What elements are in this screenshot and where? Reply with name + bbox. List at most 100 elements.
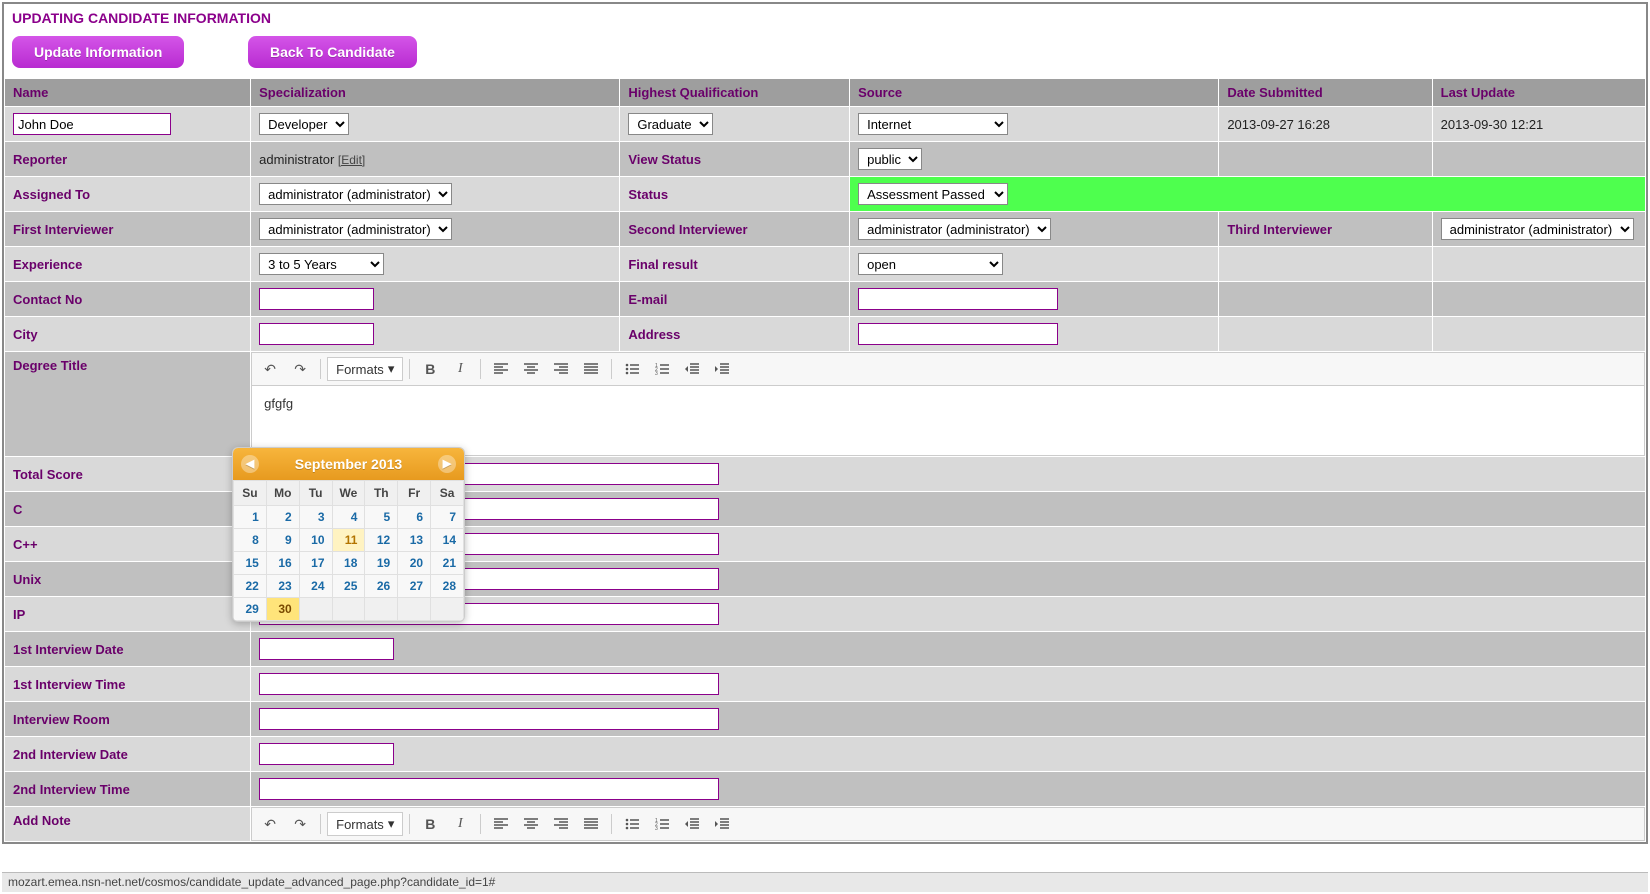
label-address: Address bbox=[620, 317, 850, 352]
email-input[interactable] bbox=[858, 288, 1058, 310]
outdent-icon[interactable] bbox=[678, 811, 706, 837]
calendar-day[interactable]: 12 bbox=[365, 529, 398, 552]
browser-status-bar: mozart.emea.nsn-net.net/cosmos/candidate… bbox=[2, 872, 1648, 892]
calendar-day[interactable]: 5 bbox=[365, 506, 398, 529]
experience-select[interactable]: 3 to 5 Years bbox=[259, 253, 384, 275]
label-city: City bbox=[5, 317, 251, 352]
calendar-day[interactable]: 11 bbox=[332, 529, 365, 552]
align-right-icon[interactable] bbox=[547, 811, 575, 837]
update-information-button[interactable]: Update Information bbox=[12, 36, 184, 68]
assigned-to-select[interactable]: administrator (administrator) bbox=[259, 183, 452, 205]
calendar-day[interactable]: 23 bbox=[266, 575, 299, 598]
calendar-day[interactable]: 2 bbox=[266, 506, 299, 529]
calendar-day[interactable]: 20 bbox=[398, 552, 431, 575]
calendar-dow: Th bbox=[365, 481, 398, 506]
align-right-icon[interactable] bbox=[547, 356, 575, 382]
city-input[interactable] bbox=[259, 323, 374, 345]
indent-icon[interactable] bbox=[708, 356, 736, 382]
bold-icon[interactable]: B bbox=[416, 356, 444, 382]
calendar-day[interactable]: 24 bbox=[299, 575, 332, 598]
label-assigned-to: Assigned To bbox=[5, 177, 251, 212]
calendar-day[interactable]: 10 bbox=[299, 529, 332, 552]
caret-down-icon: ▾ bbox=[388, 361, 395, 377]
calendar-day[interactable]: 27 bbox=[398, 575, 431, 598]
calendar-day[interactable]: 22 bbox=[234, 575, 267, 598]
first-interviewer-select[interactable]: administrator (administrator) bbox=[259, 218, 452, 240]
name-input[interactable] bbox=[13, 113, 171, 135]
view-status-select[interactable]: public bbox=[858, 148, 922, 170]
source-select[interactable]: Internet bbox=[858, 113, 1008, 135]
page-title: UPDATING CANDIDATE INFORMATION bbox=[4, 4, 1646, 32]
header-date-submitted: Date Submitted bbox=[1219, 79, 1432, 107]
indent-icon[interactable] bbox=[708, 811, 736, 837]
number-list-icon[interactable]: 123 bbox=[648, 356, 676, 382]
italic-icon[interactable]: I bbox=[446, 356, 474, 382]
redo-icon[interactable]: ↷ bbox=[286, 356, 314, 382]
calendar-day[interactable]: 30 bbox=[266, 598, 299, 621]
redo-icon[interactable]: ↷ bbox=[286, 811, 314, 837]
calendar-day[interactable]: 17 bbox=[299, 552, 332, 575]
contact-no-input[interactable] bbox=[259, 288, 374, 310]
svg-text:3: 3 bbox=[655, 826, 658, 832]
bullet-list-icon[interactable] bbox=[618, 811, 646, 837]
calendar-day[interactable]: 4 bbox=[332, 506, 365, 529]
align-justify-icon[interactable] bbox=[577, 811, 605, 837]
calendar-day[interactable]: 21 bbox=[431, 552, 464, 575]
align-justify-icon[interactable] bbox=[577, 356, 605, 382]
formats-dropdown[interactable]: Formats ▾ bbox=[327, 357, 403, 381]
calendar-day[interactable]: 1 bbox=[234, 506, 267, 529]
calendar-day[interactable]: 7 bbox=[431, 506, 464, 529]
degree-title-editor[interactable]: gfgfg bbox=[251, 386, 1645, 456]
caret-down-icon: ▾ bbox=[388, 816, 395, 832]
align-center-icon[interactable] bbox=[517, 356, 545, 382]
calendar-day[interactable]: 29 bbox=[234, 598, 267, 621]
italic-icon[interactable]: I bbox=[446, 811, 474, 837]
calendar-day[interactable]: 13 bbox=[398, 529, 431, 552]
highest-qualification-select[interactable]: Graduate bbox=[628, 113, 713, 135]
calendar-day[interactable]: 14 bbox=[431, 529, 464, 552]
specialization-select[interactable]: Developer bbox=[259, 113, 349, 135]
int2-date-input[interactable] bbox=[259, 743, 394, 765]
calendar-day[interactable]: 19 bbox=[365, 552, 398, 575]
calendar-day[interactable]: 6 bbox=[398, 506, 431, 529]
calendar-next-icon[interactable]: ▶ bbox=[438, 455, 456, 473]
align-center-icon[interactable] bbox=[517, 811, 545, 837]
reporter-edit-link[interactable]: [Edit] bbox=[338, 153, 365, 167]
formats-dropdown[interactable]: Formats ▾ bbox=[327, 812, 403, 836]
back-to-candidate-button[interactable]: Back To Candidate bbox=[248, 36, 417, 68]
int1-time-input[interactable] bbox=[259, 673, 719, 695]
calendar-prev-icon[interactable]: ◀ bbox=[241, 455, 259, 473]
bullet-list-icon[interactable] bbox=[618, 356, 646, 382]
calendar-day[interactable]: 9 bbox=[266, 529, 299, 552]
calendar-day[interactable]: 25 bbox=[332, 575, 365, 598]
label-int1-time: 1st Interview Time bbox=[5, 667, 251, 702]
align-left-icon[interactable] bbox=[487, 811, 515, 837]
calendar-day[interactable]: 3 bbox=[299, 506, 332, 529]
number-list-icon[interactable]: 123 bbox=[648, 811, 676, 837]
calendar-day[interactable]: 16 bbox=[266, 552, 299, 575]
int2-time-input[interactable] bbox=[259, 778, 719, 800]
label-degree-title: Degree Title bbox=[5, 352, 251, 457]
second-interviewer-select[interactable]: administrator (administrator) bbox=[858, 218, 1051, 240]
undo-icon[interactable]: ↶ bbox=[256, 811, 284, 837]
outdent-icon[interactable] bbox=[678, 356, 706, 382]
label-status: Status bbox=[620, 177, 850, 212]
status-select[interactable]: Assessment Passed bbox=[858, 183, 1008, 205]
address-input[interactable] bbox=[858, 323, 1058, 345]
calendar-day[interactable]: 26 bbox=[365, 575, 398, 598]
undo-icon[interactable]: ↶ bbox=[256, 356, 284, 382]
bold-icon[interactable]: B bbox=[416, 811, 444, 837]
calendar-day[interactable]: 28 bbox=[431, 575, 464, 598]
calendar-day[interactable]: 18 bbox=[332, 552, 365, 575]
third-interviewer-select[interactable]: administrator (administrator) bbox=[1441, 218, 1634, 240]
calendar-dow: Sa bbox=[431, 481, 464, 506]
align-left-icon[interactable] bbox=[487, 356, 515, 382]
label-first-interviewer: First Interviewer bbox=[5, 212, 251, 247]
calendar-day[interactable]: 8 bbox=[234, 529, 267, 552]
label-int2-time: 2nd Interview Time bbox=[5, 772, 251, 807]
date-picker-popup: ◀ September 2013 ▶ SuMoTuWeThFrSa 123456… bbox=[232, 447, 465, 622]
calendar-day[interactable]: 15 bbox=[234, 552, 267, 575]
final-result-select[interactable]: open bbox=[858, 253, 1003, 275]
int1-date-input[interactable] bbox=[259, 638, 394, 660]
interview-room-input[interactable] bbox=[259, 708, 719, 730]
